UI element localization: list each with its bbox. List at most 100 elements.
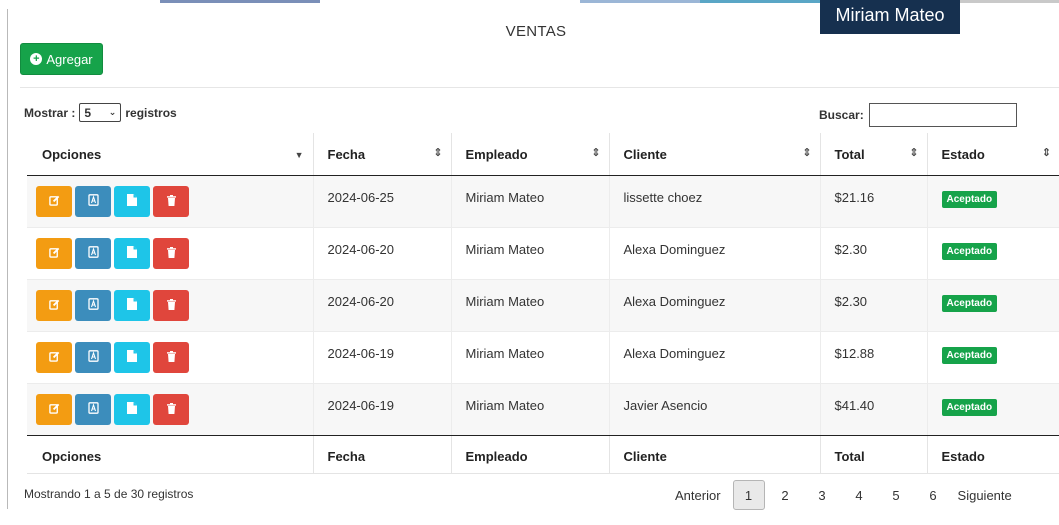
pdf-button[interactable]: [75, 237, 111, 269]
edit-button[interactable]: [36, 289, 72, 321]
document-button[interactable]: [114, 393, 150, 425]
cell-fecha: 2024-06-20: [312, 227, 451, 280]
pdf-button[interactable]: [75, 393, 111, 425]
column-header-opciones[interactable]: Opciones ▼: [27, 133, 313, 176]
cell-fecha: 2024-06-20: [312, 279, 451, 332]
cell-cliente: Alexa Dominguez: [608, 331, 820, 384]
cell-total: $21.16: [819, 175, 927, 228]
column-header-estado[interactable]: Estado ⇕: [926, 133, 1059, 176]
edit-icon: [48, 402, 60, 417]
length-suffix: registros: [125, 105, 177, 120]
sort-icon: ⇕: [1041, 147, 1051, 159]
delete-button[interactable]: [153, 289, 189, 321]
status-badge: Aceptado: [941, 346, 998, 364]
file-pdf-icon: [87, 401, 99, 417]
file-pdf-icon: [87, 297, 99, 313]
cell-total: $41.40: [819, 383, 927, 436]
table-row: 2024-06-20 Miriam Mateo Alexa Dominguez $2.…: [27, 279, 1059, 332]
cell-estado: Aceptado: [926, 279, 1059, 332]
cell-empleado: Miriam Mateo: [450, 331, 609, 384]
pagination-prev[interactable]: Anterior: [675, 480, 721, 510]
add-button[interactable]: + Agregar: [20, 43, 103, 75]
file-pdf-icon: [87, 349, 99, 365]
edit-button[interactable]: [36, 393, 72, 425]
file-icon: [127, 401, 137, 417]
trash-icon: [166, 298, 176, 313]
table-row: 2024-06-25 Miriam Mateo lissette choez $21.…: [27, 175, 1059, 228]
sort-icon: ⇕: [433, 147, 443, 159]
pagination-page-6[interactable]: 6: [915, 480, 952, 510]
page-title: VENTAS: [505, 23, 567, 40]
pagination-page-5[interactable]: 5: [878, 480, 915, 510]
column-header-total[interactable]: Total ⇕: [819, 133, 927, 176]
cell-empleado: Miriam Mateo: [450, 383, 609, 436]
document-button[interactable]: [114, 289, 150, 321]
top-strip-segment: [960, 0, 1059, 3]
pagination-page-2[interactable]: 2: [767, 480, 804, 510]
delete-button[interactable]: [153, 185, 189, 217]
footer-opciones: Opciones: [27, 435, 313, 474]
panel-left-border: [7, 9, 8, 509]
footer-cliente: Cliente: [608, 435, 820, 474]
column-header-fecha[interactable]: Fecha ⇕: [312, 133, 451, 176]
top-strip-segment: [160, 0, 320, 3]
page-length-select[interactable]: 5 ⌄: [79, 103, 122, 122]
file-icon: [127, 245, 137, 261]
edit-button[interactable]: [36, 341, 72, 373]
table-header-row: Opciones ▼ Fecha ⇕ Empleado ⇕ Cliente ⇕ Tota…: [27, 133, 1059, 176]
sales-table: Opciones ▼ Fecha ⇕ Empleado ⇕ Cliente ⇕ Tota…: [27, 133, 1059, 474]
pdf-button[interactable]: [75, 185, 111, 217]
edit-button[interactable]: [36, 185, 72, 217]
trash-icon: [166, 402, 176, 417]
cell-empleado: Miriam Mateo: [450, 175, 609, 228]
table-row: 2024-06-20 Miriam Mateo Alexa Dominguez $2.…: [27, 227, 1059, 280]
row-options: [27, 227, 313, 280]
table-row: 2024-06-19 Miriam Mateo Javier Asencio $41.…: [27, 383, 1059, 436]
sort-icon: ⇕: [802, 147, 812, 159]
search-control: Buscar:: [819, 103, 1017, 127]
delete-button[interactable]: [153, 341, 189, 373]
edit-icon: [48, 350, 60, 365]
file-icon: [127, 193, 137, 209]
file-icon: [127, 349, 137, 365]
edit-button[interactable]: [36, 237, 72, 269]
delete-button[interactable]: [153, 393, 189, 425]
sort-icon: ⇕: [591, 147, 601, 159]
cell-cliente: Javier Asencio: [608, 383, 820, 436]
status-badge: Aceptado: [941, 294, 998, 312]
row-options: [27, 331, 313, 384]
pagination-page-3[interactable]: 3: [804, 480, 841, 510]
page-length-control: Mostrar : 5 ⌄ registros: [24, 103, 177, 122]
column-header-empleado[interactable]: Empleado ⇕: [450, 133, 609, 176]
plus-circle-icon: +: [30, 53, 43, 65]
row-options: [27, 383, 313, 436]
cell-total: $2.30: [819, 227, 927, 280]
file-pdf-icon: [87, 193, 99, 209]
pdf-button[interactable]: [75, 289, 111, 321]
cell-cliente: lissette choez: [608, 175, 820, 228]
cell-estado: Aceptado: [926, 331, 1059, 384]
file-icon: [127, 297, 137, 313]
column-header-cliente[interactable]: Cliente ⇕: [608, 133, 820, 176]
pagination-next[interactable]: Siguiente: [958, 480, 1012, 510]
footer-estado: Estado: [926, 435, 1059, 474]
pagination: Anterior 1 2 3 4 5 6 Siguiente: [675, 480, 1012, 510]
footer-total: Total: [819, 435, 927, 474]
footer-fecha: Fecha: [312, 435, 451, 474]
cell-total: $2.30: [819, 279, 927, 332]
document-button[interactable]: [114, 185, 150, 217]
pdf-button[interactable]: [75, 341, 111, 373]
trash-icon: [166, 246, 176, 261]
search-input[interactable]: [868, 103, 1017, 127]
cell-cliente: Alexa Dominguez: [608, 279, 820, 332]
edit-icon: [48, 194, 60, 209]
delete-button[interactable]: [153, 237, 189, 269]
sort-desc-icon: ▼: [294, 150, 304, 160]
divider: [20, 87, 1059, 88]
document-button[interactable]: [114, 341, 150, 373]
document-button[interactable]: [114, 237, 150, 269]
edit-icon: [48, 298, 60, 313]
cell-empleado: Miriam Mateo: [450, 227, 609, 280]
pagination-page-1[interactable]: 1: [732, 480, 765, 510]
pagination-page-4[interactable]: 4: [841, 480, 878, 510]
